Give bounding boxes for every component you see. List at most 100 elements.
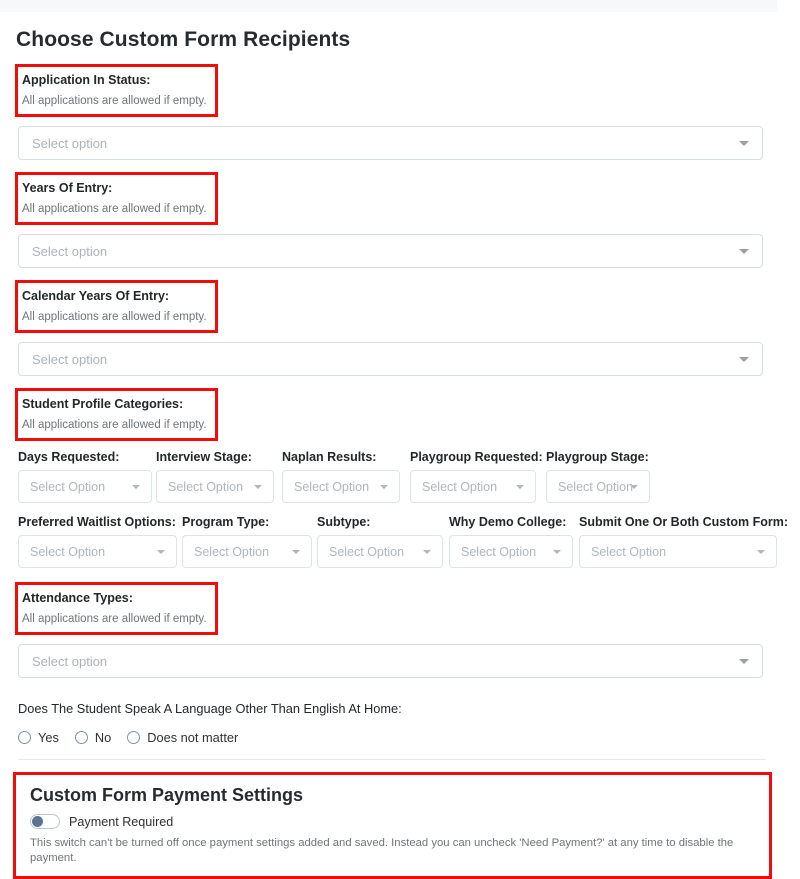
- chevron-down-icon: [254, 484, 262, 489]
- select-why-demo-college-placeholder: Select Option: [461, 544, 537, 559]
- label-language-question: Does The Student Speak A Language Other …: [18, 701, 402, 716]
- page-title: Choose Custom Form Recipients: [16, 28, 351, 51]
- radio-label-yes: Yes: [38, 730, 59, 745]
- radio-option-no[interactable]: No: [74, 730, 112, 745]
- label-application-in-status: Application In Status:: [22, 73, 151, 87]
- label-playgroup-stage: Playgroup Stage:: [546, 450, 649, 464]
- select-days-requested-placeholder: Select Option: [30, 479, 106, 494]
- chevron-down-icon: [739, 141, 749, 146]
- payment-required-row: Payment Required: [30, 814, 759, 829]
- payment-required-note: This switch can't be turned off once pay…: [30, 837, 734, 864]
- radio-option-does-not-matter[interactable]: Does not matter: [127, 730, 238, 745]
- label-submit-one-or-both-custom-form: Submit One Or Both Custom Form:: [579, 515, 789, 529]
- select-days-requested[interactable]: Select Option: [18, 470, 152, 503]
- select-years-of-entry-placeholder: Select option: [32, 243, 108, 259]
- select-subtype-placeholder: Select Option: [329, 544, 405, 559]
- select-calendar-years-of-entry-placeholder: Select option: [32, 351, 108, 367]
- field-playgroup-stage: Playgroup Stage: Select Option: [546, 448, 656, 503]
- label-student-profile-categories: Student Profile Categories:: [22, 397, 184, 411]
- hint-attendance-types: All applications are allowed if empty.: [22, 613, 207, 625]
- select-application-in-status[interactable]: Select option: [18, 126, 763, 160]
- select-submit-one-or-both-custom-form-placeholder: Select Option: [591, 544, 667, 559]
- field-program-type: Program Type: Select Option: [182, 513, 317, 568]
- highlight-box-application-in-status: Application In Status: All applications …: [15, 64, 218, 117]
- field-playgroup-requested: Playgroup Requested: Select Option: [410, 448, 546, 503]
- select-application-in-status-placeholder: Select option: [32, 135, 108, 151]
- label-calendar-years-of-entry: Calendar Years Of Entry:: [22, 289, 170, 303]
- select-playgroup-requested[interactable]: Select Option: [410, 470, 536, 503]
- radio-circle-icon: [74, 731, 88, 744]
- field-preferred-waitlist-options: Preferred Waitlist Options: Select Optio…: [18, 513, 182, 568]
- chevron-down-icon: [757, 549, 765, 554]
- chevron-down-icon: [739, 357, 749, 362]
- highlight-box-attendance-types: Attendance Types: All applications are a…: [15, 582, 218, 635]
- chevron-down-icon: [739, 249, 749, 254]
- chevron-down-icon: [630, 484, 638, 489]
- custom-form-payment-settings-panel: Custom Form Payment Settings Payment Req…: [13, 772, 772, 879]
- small-selects-row-1: Days Requested: Select Option Interview …: [18, 448, 800, 503]
- label-subtype: Subtype:: [317, 515, 371, 529]
- select-why-demo-college[interactable]: Select Option: [449, 535, 573, 568]
- hint-years-of-entry: All applications are allowed if empty.: [22, 203, 207, 215]
- chevron-down-icon: [739, 659, 749, 664]
- radio-label-no: No: [94, 730, 112, 745]
- chevron-down-icon: [423, 549, 431, 554]
- label-naplan-results: Naplan Results:: [282, 450, 377, 464]
- label-playgroup-requested: Playgroup Requested:: [410, 450, 543, 464]
- label-interview-stage: Interview Stage:: [156, 450, 252, 464]
- label-why-demo-college: Why Demo College:: [449, 515, 567, 529]
- payment-settings-title: Custom Form Payment Settings: [30, 785, 304, 805]
- radio-option-yes[interactable]: Yes: [18, 730, 59, 745]
- select-program-type[interactable]: Select Option: [182, 535, 312, 568]
- select-submit-one-or-both-custom-form[interactable]: Select Option: [579, 535, 777, 568]
- select-naplan-results-placeholder: Select Option: [294, 479, 370, 494]
- field-naplan-results: Naplan Results: Select Option: [282, 448, 410, 503]
- hint-calendar-years-of-entry: All applications are allowed if empty.: [22, 311, 207, 323]
- chevron-down-icon: [292, 549, 300, 554]
- radio-circle-icon: [18, 731, 31, 744]
- section-divider: [18, 759, 766, 760]
- label-program-type: Program Type:: [182, 515, 270, 529]
- select-playgroup-requested-placeholder: Select Option: [422, 479, 498, 494]
- select-calendar-years-of-entry[interactable]: Select option: [18, 342, 763, 376]
- custom-form-recipients-page: Choose Custom Form Recipients Applicatio…: [0, 12, 800, 879]
- hint-student-profile-categories: All applications are allowed if empty.: [22, 419, 207, 431]
- highlight-box-student-profile-categories: Student Profile Categories: All applicat…: [15, 388, 218, 441]
- field-why-demo-college: Why Demo College: Select Option: [449, 513, 579, 568]
- select-preferred-waitlist-options[interactable]: Select Option: [18, 535, 177, 568]
- payment-required-toggle[interactable]: [30, 814, 60, 829]
- select-playgroup-stage-placeholder: Select Option: [558, 479, 634, 494]
- chevron-down-icon: [380, 484, 388, 489]
- select-preferred-waitlist-options-placeholder: Select Option: [30, 544, 106, 559]
- chevron-down-icon: [516, 484, 524, 489]
- field-subtype: Subtype: Select Option: [317, 513, 449, 568]
- toggle-knob-icon: [32, 816, 43, 827]
- chevron-down-icon: [132, 484, 140, 489]
- label-days-requested: Days Requested:: [18, 450, 120, 464]
- select-naplan-results[interactable]: Select Option: [282, 470, 400, 503]
- chevron-down-icon: [553, 549, 561, 554]
- select-years-of-entry[interactable]: Select option: [18, 234, 763, 268]
- select-program-type-placeholder: Select Option: [194, 544, 270, 559]
- label-preferred-waitlist-options: Preferred Waitlist Options:: [18, 515, 176, 529]
- label-attendance-types: Attendance Types:: [22, 591, 133, 605]
- chevron-down-icon: [157, 549, 165, 554]
- hint-application-in-status: All applications are allowed if empty.: [22, 95, 207, 107]
- field-interview-stage: Interview Stage: Select Option: [156, 448, 282, 503]
- field-submit-one-or-both-custom-form: Submit One Or Both Custom Form: Select O…: [579, 513, 789, 568]
- highlight-box-years-of-entry: Years Of Entry: All applications are all…: [15, 172, 218, 225]
- highlight-box-calendar-years-of-entry: Calendar Years Of Entry: All application…: [15, 280, 218, 333]
- label-years-of-entry: Years Of Entry:: [22, 181, 113, 195]
- radio-group-language-question: Yes No Does not matter: [18, 730, 800, 745]
- select-subtype[interactable]: Select Option: [317, 535, 443, 568]
- select-attendance-types[interactable]: Select option: [18, 644, 763, 678]
- radio-label-does-not-matter: Does not matter: [147, 730, 239, 745]
- top-gray-strip: [0, 0, 777, 12]
- select-playgroup-stage[interactable]: Select Option: [546, 470, 650, 503]
- select-attendance-types-placeholder: Select option: [32, 653, 108, 669]
- select-interview-stage-placeholder: Select Option: [168, 479, 244, 494]
- select-interview-stage[interactable]: Select Option: [156, 470, 274, 503]
- field-days-requested: Days Requested: Select Option: [18, 448, 156, 503]
- radio-circle-icon: [127, 731, 141, 744]
- payment-required-label: Payment Required: [69, 814, 174, 829]
